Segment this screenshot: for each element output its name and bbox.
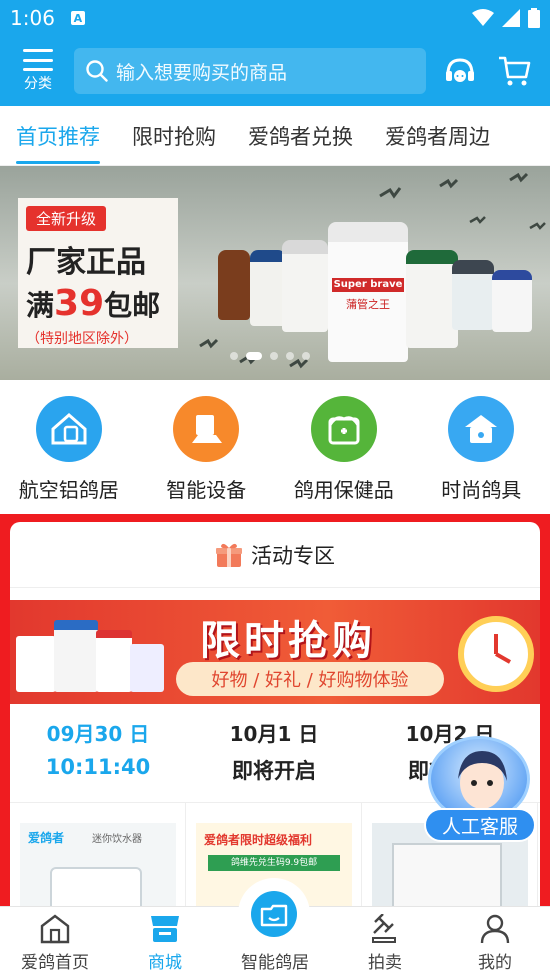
category-label: 航空铝鸽居 bbox=[18, 478, 119, 502]
flash-sale-banner[interactable]: 限时抢购 好物 / 好礼 / 好购物体验 bbox=[10, 600, 540, 704]
category-health-products[interactable]: 鸽用保健品 bbox=[275, 380, 413, 512]
promo-banner[interactable]: 全新升级 厂家正品 满39包邮 （特别地区除外） Super brave 蒲管之… bbox=[0, 166, 550, 380]
category-label: 时尚鸽具 bbox=[441, 478, 522, 502]
session-countdown: 10:11:40 bbox=[45, 755, 151, 779]
product-bottle bbox=[406, 250, 458, 348]
product-bottle bbox=[250, 250, 286, 326]
category-aluminum-loft[interactable]: 航空铝鸽居 bbox=[0, 380, 138, 512]
status-time: 1:06 bbox=[10, 6, 55, 30]
session-current[interactable]: 09月30 日 10:11:40 bbox=[10, 718, 186, 790]
activity-title: 活动专区 bbox=[251, 543, 335, 568]
search-icon bbox=[86, 60, 108, 82]
product-bottle bbox=[452, 260, 494, 330]
promo-note: （特别地区除外） bbox=[26, 331, 138, 347]
status-bar: 1:06 A bbox=[0, 0, 550, 36]
tab-merchandise[interactable]: 爱鸽者周边 bbox=[385, 106, 490, 166]
clock-icon bbox=[458, 616, 534, 692]
system-icons bbox=[472, 8, 540, 28]
nav-profile[interactable]: 我的 bbox=[440, 907, 550, 979]
battery-icon bbox=[528, 8, 540, 28]
customer-service-float-button[interactable]: 人工客服 bbox=[424, 736, 536, 842]
product-collage bbox=[16, 614, 166, 698]
session-upcoming[interactable]: 10月1 日 即将开启 bbox=[186, 718, 362, 790]
indicator-dot-active bbox=[246, 352, 262, 360]
indicator-dot bbox=[230, 352, 238, 360]
session-status: 即将开启 bbox=[232, 759, 316, 783]
house-icon bbox=[35, 396, 102, 462]
activity-header: 活动专区 bbox=[10, 522, 540, 588]
promo-card: 全新升级 厂家正品 满39包邮 （特别地区除外） bbox=[18, 198, 178, 348]
indicator-dot bbox=[270, 352, 278, 360]
tab-recommended[interactable]: 首页推荐 bbox=[16, 106, 100, 166]
category-menu-label: 分类 bbox=[24, 76, 52, 92]
category-label: 智能设备 bbox=[166, 478, 247, 502]
flash-sale-title: 限时抢购 bbox=[200, 618, 376, 664]
session-date: 09月30 日 bbox=[46, 722, 150, 746]
home-icon bbox=[40, 914, 70, 944]
cart-icon[interactable] bbox=[498, 55, 532, 87]
medicine-icon bbox=[310, 396, 377, 462]
loft-icon bbox=[448, 396, 515, 462]
category-grid: 航空铝鸽居 智能设备 鸽用保健品 时尚鸽具 bbox=[0, 380, 550, 512]
promo-tag: 全新升级 bbox=[26, 206, 107, 231]
auction-icon bbox=[372, 914, 396, 943]
signal-icon bbox=[502, 9, 520, 27]
flash-sale-subtitle: 好物 / 好礼 / 好购物体验 bbox=[176, 662, 444, 696]
smart-loft-icon bbox=[251, 891, 297, 937]
tab-flash-sale[interactable]: 限时抢购 bbox=[132, 106, 216, 166]
category-smart-devices[interactable]: 智能设备 bbox=[138, 380, 276, 512]
search-placeholder: 输入想要购买的商品 bbox=[116, 61, 288, 84]
promo-headline: 厂家正品 bbox=[26, 245, 146, 280]
notification-icon: A bbox=[70, 11, 85, 25]
product-bottle-main: Super brave 蒲管之王 bbox=[328, 222, 408, 362]
product-bottle bbox=[492, 270, 532, 332]
indicator-dot bbox=[302, 352, 310, 360]
customer-service-icon[interactable] bbox=[444, 56, 476, 86]
nav-label: 我的 bbox=[478, 953, 512, 973]
category-menu-button[interactable]: 分类 bbox=[14, 49, 62, 93]
nav-home[interactable]: 爱鸽首页 bbox=[0, 907, 110, 979]
customer-service-label: 人工客服 bbox=[424, 808, 536, 842]
wifi-icon bbox=[472, 9, 494, 26]
menu-icon bbox=[23, 49, 53, 71]
nav-label: 拍卖 bbox=[368, 953, 402, 973]
profile-icon bbox=[480, 914, 510, 944]
category-tabs: 首页推荐 限时抢购 爱鸽者兑换 爱鸽者周边 bbox=[0, 106, 550, 166]
product-bottle bbox=[218, 250, 250, 320]
nav-store[interactable]: 商城 bbox=[110, 907, 220, 979]
banner-indicator bbox=[230, 352, 310, 360]
nav-label: 商城 bbox=[148, 953, 182, 973]
nav-auction[interactable]: 拍卖 bbox=[330, 907, 440, 979]
smart-loft-center-button[interactable] bbox=[238, 878, 310, 950]
nav-label: 爱鸽首页 bbox=[21, 953, 89, 973]
top-bar: 分类 输入想要购买的商品 bbox=[0, 36, 550, 106]
promo-offer: 满39包邮 bbox=[26, 283, 161, 324]
store-icon bbox=[151, 916, 179, 942]
category-fashion-gear[interactable]: 时尚鸽具 bbox=[413, 380, 550, 512]
feeder-icon bbox=[173, 396, 240, 462]
indicator-dot bbox=[286, 352, 294, 360]
category-label: 鸽用保健品 bbox=[293, 478, 394, 502]
nav-label: 智能鸽居 bbox=[241, 953, 309, 973]
gift-icon bbox=[216, 543, 242, 567]
product-bottle bbox=[282, 240, 328, 332]
tab-exchange[interactable]: 爱鸽者兑换 bbox=[248, 106, 353, 166]
search-input[interactable]: 输入想要购买的商品 bbox=[74, 48, 426, 94]
session-date: 10月1 日 bbox=[229, 722, 319, 746]
